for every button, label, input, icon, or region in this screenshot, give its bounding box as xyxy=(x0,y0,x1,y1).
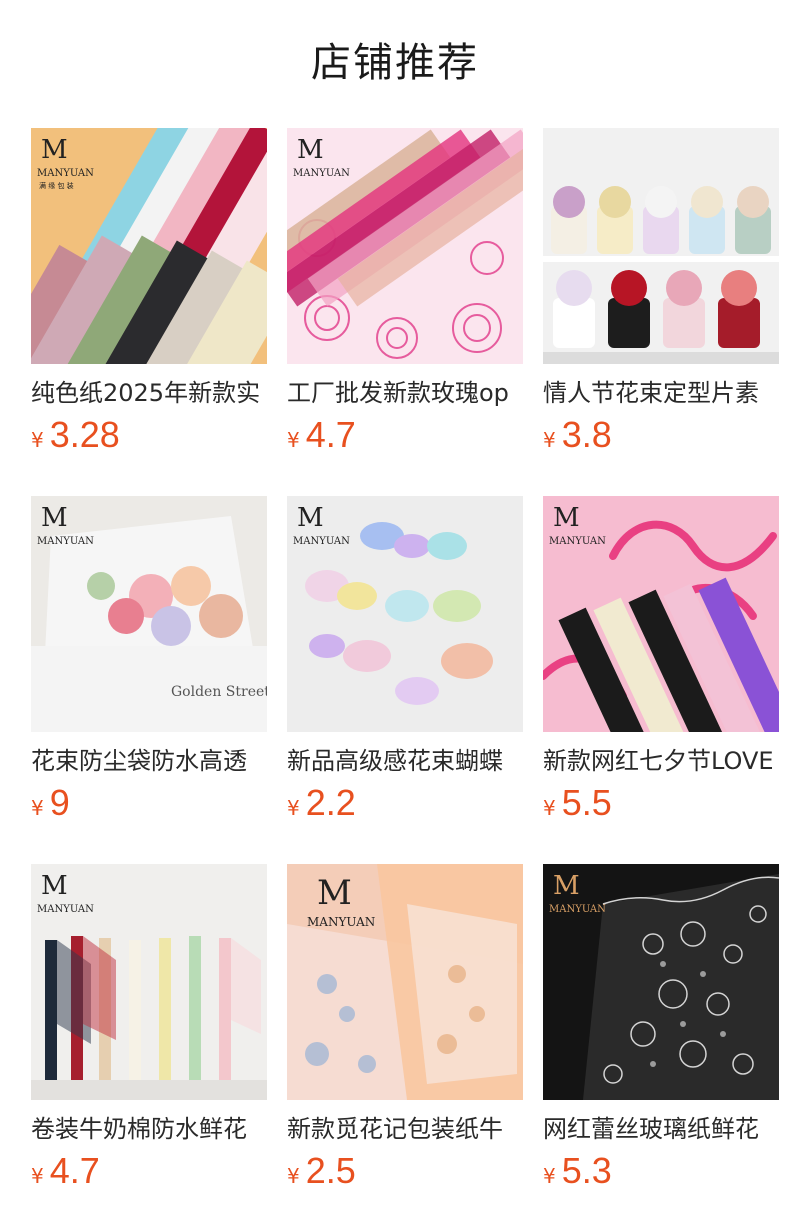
svg-text:MANYUAN: MANYUAN xyxy=(307,915,375,929)
product-price: ¥4.7 xyxy=(287,414,523,460)
svg-text:满 缘 包 装: 满 缘 包 装 xyxy=(39,181,74,190)
product-image[interactable]: M MANYUAN xyxy=(31,864,267,1100)
product-image[interactable]: M MANYUAN xyxy=(543,496,779,732)
price-value: 3.28 xyxy=(49,414,120,455)
product-name[interactable]: 新款网红七夕节LOVE xyxy=(543,744,779,778)
currency-symbol: ¥ xyxy=(543,796,556,820)
product-price: ¥4.7 xyxy=(31,1150,267,1196)
product-card[interactable]: M MANYUAN 卷装牛奶棉防水鲜花 ¥4.7 xyxy=(31,864,267,1196)
currency-symbol: ¥ xyxy=(543,428,556,452)
svg-text:M: M xyxy=(41,871,68,901)
section-title: 店铺推荐 xyxy=(311,40,479,86)
currency-symbol: ¥ xyxy=(31,428,44,452)
product-price: ¥2.2 xyxy=(287,782,523,828)
product-price: ¥2.5 xyxy=(287,1150,523,1196)
product-name[interactable]: 纯色纸2025年新款实 xyxy=(31,376,267,410)
svg-text:MANYUAN: MANYUAN xyxy=(549,536,606,547)
svg-text:MANYUAN: MANYUAN xyxy=(549,904,606,915)
currency-symbol: ¥ xyxy=(287,796,300,820)
svg-text:MANYUAN: MANYUAN xyxy=(37,904,94,915)
product-name[interactable]: 工厂批发新款玫瑰op xyxy=(287,376,523,410)
svg-text:MANYUAN: MANYUAN xyxy=(293,168,350,179)
product-card[interactable]: M MANYUAN 工厂批发新款玫瑰op ¥4.7 xyxy=(287,128,523,460)
svg-text:M: M xyxy=(297,503,324,533)
currency-symbol: ¥ xyxy=(31,1164,44,1188)
svg-text:M: M xyxy=(317,873,352,913)
price-value: 4.7 xyxy=(49,1150,100,1191)
product-name[interactable]: 网红蕾丝玻璃纸鲜花 xyxy=(543,1112,779,1146)
product-card[interactable]: M MANYUAN 网红蕾丝玻璃纸鲜花 ¥5.3 xyxy=(543,864,779,1196)
product-card[interactable]: M MANYUAN 新款觅花记包装纸牛 ¥2.5 xyxy=(287,864,523,1196)
svg-text:MANYUAN: MANYUAN xyxy=(37,536,94,547)
product-name[interactable]: 情人节花束定型片素 xyxy=(543,376,779,410)
price-value: 4.7 xyxy=(305,414,356,455)
product-name[interactable]: 新品高级感花束蝴蝶 xyxy=(287,744,523,778)
price-value: 5.5 xyxy=(561,782,612,823)
product-price: ¥5.5 xyxy=(543,782,779,828)
svg-text:MANYUAN: MANYUAN xyxy=(37,168,94,179)
product-image[interactable]: M MANYUAN xyxy=(543,864,779,1100)
price-value: 3.8 xyxy=(561,414,612,455)
currency-symbol: ¥ xyxy=(543,1164,556,1188)
svg-text:M: M xyxy=(553,871,580,901)
svg-text:Golden Street: Golden Street xyxy=(171,684,267,700)
product-image[interactable]: M MANYUAN xyxy=(287,864,523,1100)
svg-text:MANYUAN: MANYUAN xyxy=(293,536,350,547)
svg-text:M: M xyxy=(553,503,580,533)
product-price: ¥9 xyxy=(31,782,267,828)
product-card[interactable]: 情人节花束定型片素 ¥3.8 xyxy=(543,128,779,460)
price-value: 2.5 xyxy=(305,1150,356,1191)
product-image[interactable]: M MANYUAN 满 缘 包 装 xyxy=(31,128,267,364)
product-name[interactable]: 卷装牛奶棉防水鲜花 xyxy=(31,1112,267,1146)
currency-symbol: ¥ xyxy=(31,796,44,820)
product-price: ¥3.8 xyxy=(543,414,779,460)
product-card[interactable]: M MANYUAN 新品高级感花束蝴蝶 ¥2.2 xyxy=(287,496,523,828)
product-image[interactable]: M MANYUAN xyxy=(287,496,523,732)
product-name[interactable]: 花束防尘袋防水高透 xyxy=(31,744,267,778)
product-card[interactable]: M MANYUAN 新款网红七夕节LOVE ¥5.5 xyxy=(543,496,779,828)
product-price: ¥5.3 xyxy=(543,1150,779,1196)
product-name[interactable]: 新款觅花记包装纸牛 xyxy=(287,1112,523,1146)
product-image[interactable]: Golden Street M MANYUAN xyxy=(31,496,267,732)
product-image[interactable]: M MANYUAN xyxy=(287,128,523,364)
svg-text:M: M xyxy=(41,135,68,165)
price-value: 5.3 xyxy=(561,1150,612,1191)
price-value: 2.2 xyxy=(305,782,356,823)
product-image[interactable] xyxy=(543,128,779,364)
product-card[interactable]: M MANYUAN 满 缘 包 装 纯色纸2025年新款实 ¥3.28 xyxy=(31,128,267,460)
product-price: ¥3.28 xyxy=(31,414,267,460)
svg-text:M: M xyxy=(41,503,68,533)
currency-symbol: ¥ xyxy=(287,428,300,452)
price-value: 9 xyxy=(49,782,70,823)
currency-symbol: ¥ xyxy=(287,1164,300,1188)
product-card[interactable]: Golden Street M MANYUAN 花束防尘袋防水高透 ¥9 xyxy=(31,496,267,828)
svg-text:M: M xyxy=(297,135,324,165)
